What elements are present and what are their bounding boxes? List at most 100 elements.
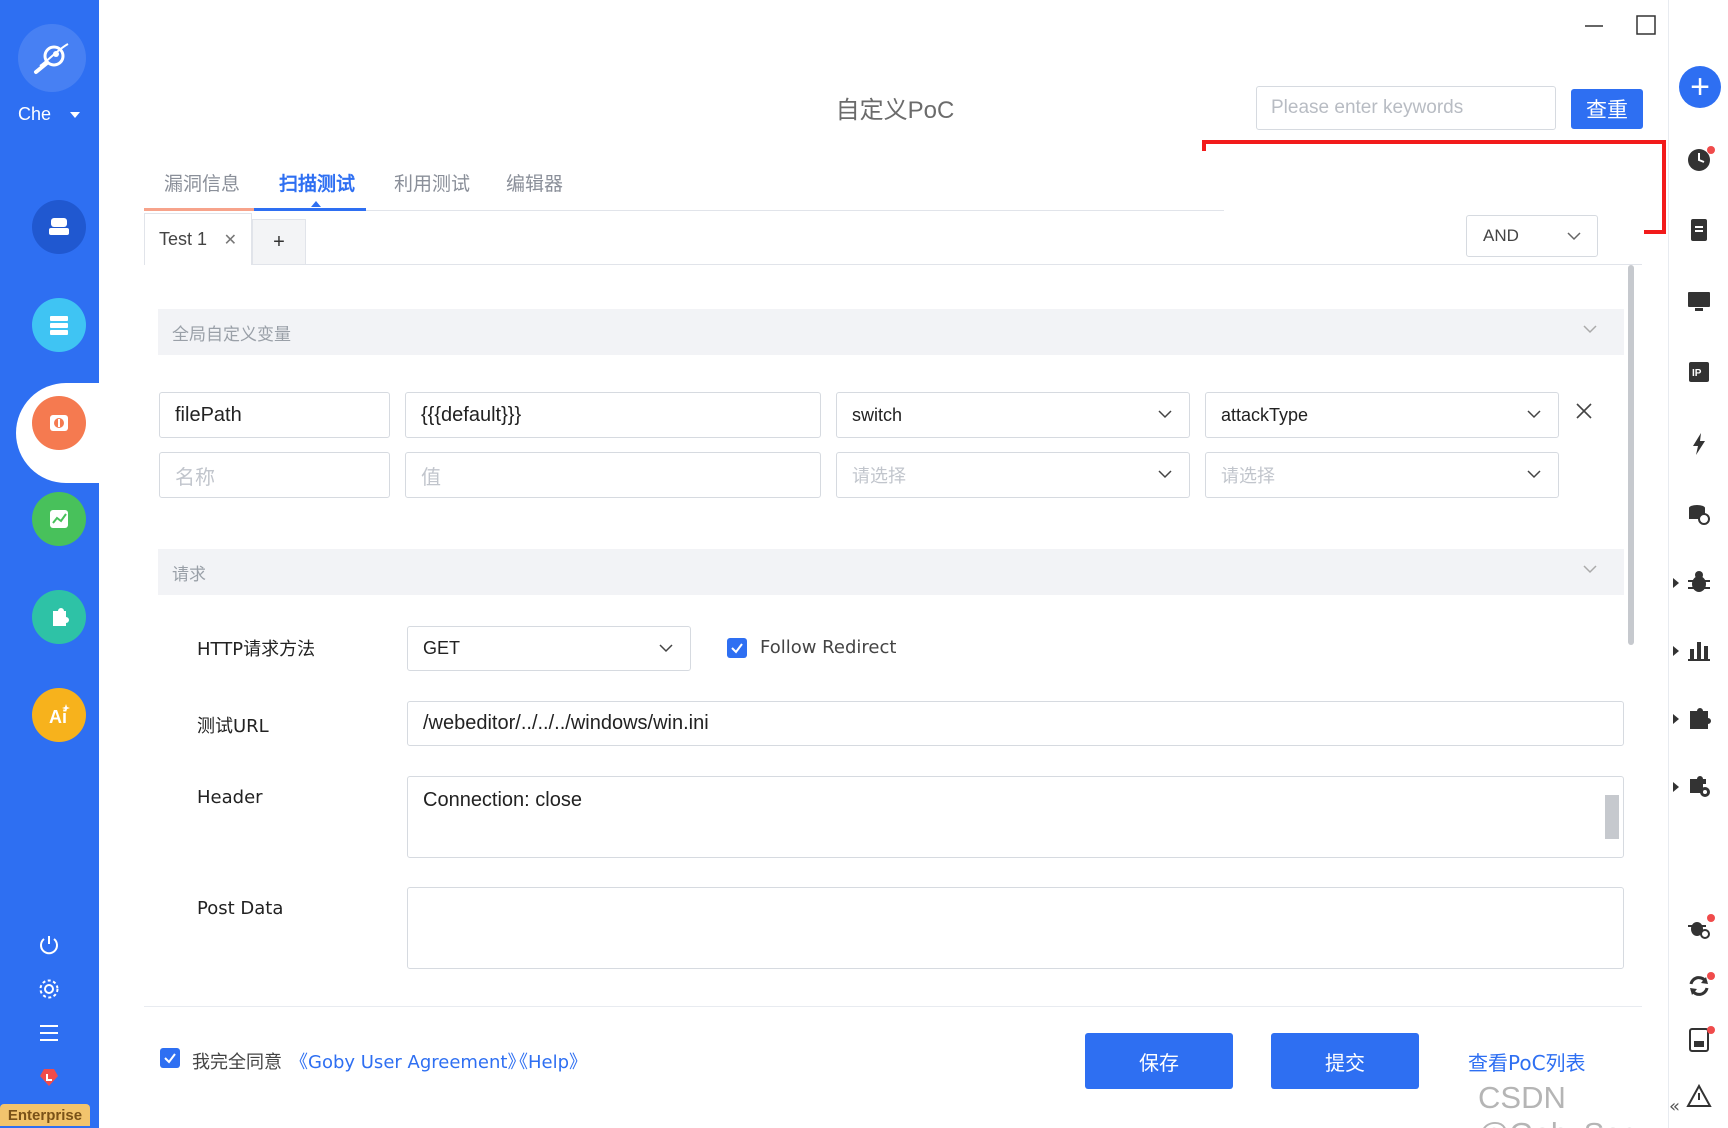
tab-editor[interactable]: 编辑器 — [506, 169, 563, 196]
minimize-icon[interactable] — [1576, 10, 1612, 40]
chevron-down-icon — [659, 644, 673, 653]
save-button[interactable]: 保存 — [1085, 1033, 1233, 1089]
user-name[interactable]: Che — [18, 104, 51, 125]
notification-dot — [1707, 914, 1715, 922]
chevron-down-icon — [1158, 470, 1172, 479]
header-textarea[interactable]: Connection: close — [407, 776, 1624, 858]
nav-asset-icon[interactable] — [32, 200, 86, 254]
var-type-value: switch — [852, 404, 903, 425]
tab-exploit-test[interactable]: 利用测试 — [394, 169, 470, 196]
agree-checkbox[interactable] — [160, 1048, 180, 1068]
global-vars-header[interactable]: 全局自定义变量 — [158, 309, 1624, 355]
nav-chart-icon[interactable] — [32, 492, 86, 546]
agreement-link[interactable]: 《Goby User Agreement》 — [290, 1048, 525, 1074]
expand-caret-icon[interactable] — [1673, 578, 1679, 588]
bug-icon[interactable] — [1683, 566, 1715, 598]
expand-caret-icon[interactable] — [1673, 782, 1679, 792]
logic-select-value: AND — [1483, 226, 1519, 245]
var-value-input[interactable]: {{{default}}} — [405, 392, 821, 438]
var-attr-select-empty[interactable]: 请选择 — [1205, 452, 1559, 498]
postdata-textarea[interactable] — [407, 887, 1624, 969]
plugin-icon[interactable] — [1683, 702, 1715, 734]
close-subtab-icon[interactable]: ✕ — [224, 230, 237, 250]
database-alert-icon[interactable] — [1683, 498, 1715, 530]
svg-text:IP: IP — [1692, 368, 1702, 379]
document-icon[interactable] — [1683, 214, 1715, 246]
right-sidebar: + IP « — [1668, 0, 1728, 1128]
chevron-down-icon — [1158, 410, 1172, 419]
left-sidebar: Che Ai Enterprise — [0, 0, 99, 1128]
textarea-scrollbar[interactable] — [1605, 795, 1619, 839]
planet-icon — [34, 43, 69, 74]
panel-scrollbar-thumb[interactable] — [1628, 265, 1634, 645]
expand-caret-icon[interactable] — [1673, 646, 1679, 656]
nav-plugin-icon[interactable] — [32, 590, 86, 644]
watermark: CSDN @GobySec — [1478, 1080, 1637, 1128]
badge-icon[interactable] — [34, 1062, 64, 1092]
plugin-settings-icon[interactable] — [1683, 770, 1715, 802]
header-label: Header — [197, 787, 263, 808]
goby-logo[interactable] — [18, 24, 86, 92]
test-subtab-bar: Test 1 ✕ + — [144, 213, 1642, 265]
keyword-search-input[interactable] — [1256, 86, 1556, 130]
follow-redirect-checkbox[interactable] — [727, 638, 747, 658]
var-name-input-empty[interactable]: 名称 — [159, 452, 390, 498]
nav-ai-icon[interactable]: Ai — [32, 688, 86, 742]
tab-vuln-info[interactable]: 漏洞信息 — [164, 169, 240, 196]
postdata-label: Post Data — [197, 898, 284, 919]
request-header[interactable]: 请求 — [158, 549, 1624, 595]
var-type-select[interactable]: switch — [836, 392, 1190, 438]
notification-dot — [1707, 972, 1715, 980]
chevron-down-icon — [1527, 470, 1541, 479]
edition-badge: Enterprise — [0, 1104, 90, 1126]
remove-var-icon[interactable] — [1574, 401, 1594, 421]
checkmark-icon — [164, 1053, 176, 1064]
add-icon[interactable]: + — [1679, 66, 1721, 108]
logic-select[interactable]: AND — [1466, 215, 1598, 257]
chevron-down-icon — [1527, 410, 1541, 419]
user-dropdown-caret-icon[interactable] — [70, 112, 80, 118]
method-value: GET — [423, 638, 461, 658]
checkmark-icon — [731, 643, 743, 654]
expand-caret-icon[interactable] — [1673, 714, 1679, 724]
tab-active-underline — [254, 208, 366, 211]
var-value-input-empty[interactable]: 值 — [405, 452, 821, 498]
select-placeholder: 请选择 — [1221, 466, 1275, 487]
tab-bar: 漏洞信息 扫描测试 利用测试 编辑器 — [144, 151, 1224, 211]
maximize-icon[interactable] — [1628, 10, 1664, 40]
app-window: Che Ai Enterprise 自定义PoC Please enter ke… — [0, 0, 1728, 1128]
gear-icon[interactable] — [34, 974, 64, 1004]
help-link[interactable]: 《Help》 — [510, 1048, 587, 1074]
add-subtab-button[interactable]: + — [252, 219, 306, 265]
chevron-down-icon — [1583, 565, 1597, 574]
subtab-test-1[interactable]: Test 1 ✕ — [144, 213, 252, 265]
agree-text: 我完全同意 — [192, 1052, 282, 1073]
url-input[interactable]: /webeditor/../../../windows/win.ini — [407, 701, 1624, 746]
power-icon[interactable] — [34, 930, 64, 960]
nav-vuln-icon[interactable] — [32, 396, 86, 450]
url-label: 测试URL — [197, 716, 269, 737]
tab-scan-test[interactable]: 扫描测试 — [279, 169, 355, 196]
dedupe-button[interactable]: 查重 — [1571, 89, 1643, 129]
tab-pointer-icon — [311, 201, 321, 207]
menu-icon[interactable] — [34, 1018, 64, 1048]
follow-redirect-label: Follow Redirect — [760, 637, 897, 658]
submit-button[interactable]: 提交 — [1271, 1033, 1419, 1089]
bar-chart-icon[interactable] — [1683, 634, 1715, 666]
lightning-icon[interactable] — [1683, 428, 1715, 460]
page-title: 自定义PoC — [835, 97, 955, 124]
var-attr-select[interactable]: attackType — [1205, 392, 1559, 438]
var-type-select-empty[interactable]: 请选择 — [836, 452, 1190, 498]
ip-icon[interactable]: IP — [1683, 356, 1715, 388]
notification-dot — [1707, 146, 1715, 154]
section-title: 请求 — [172, 564, 206, 585]
poc-editor-panel: 漏洞信息 扫描测试 利用测试 编辑器 Test 1 ✕ + AND 全局自定义变… — [144, 151, 1644, 1106]
section-title: 全局自定义变量 — [172, 324, 291, 345]
nav-list-icon[interactable] — [32, 298, 86, 352]
method-select[interactable]: GET — [407, 626, 691, 671]
chevron-down-icon — [1583, 325, 1597, 334]
var-name-input[interactable]: filePath — [159, 392, 390, 438]
monitor-icon[interactable] — [1683, 286, 1715, 318]
chevron-down-icon — [1567, 232, 1581, 241]
view-poc-list-link[interactable]: 查看PoC列表 — [1468, 1047, 1586, 1076]
